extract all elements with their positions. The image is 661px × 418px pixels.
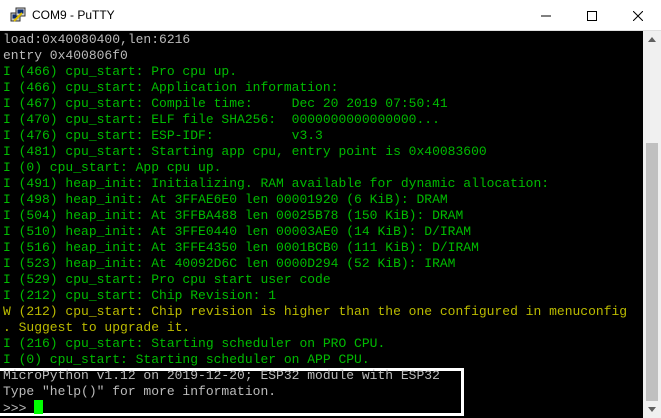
terminal-line: load:0x40080400,len:6216 — [3, 32, 191, 47]
terminal-line: I (466) cpu_start: Pro cpu up. — [3, 64, 238, 79]
terminal-output[interactable]: load:0x40080400,len:6216 entry 0x400806f0… — [0, 31, 643, 418]
close-icon — [633, 10, 643, 21]
terminal-line: I (470) cpu_start: ELF file SHA256: 0000… — [3, 112, 440, 127]
maximize-icon — [587, 10, 597, 21]
terminal-line: I (466) cpu_start: Application informati… — [3, 80, 339, 95]
repl-prompt-line[interactable]: >>> — [3, 400, 44, 416]
close-button[interactable] — [615, 0, 661, 31]
terminal-line: W (212) cpu_start: Chip revision is high… — [3, 304, 628, 319]
arrow-up-icon — [648, 37, 656, 42]
terminal-line: I (491) heap_init: Initializing. RAM ava… — [3, 176, 550, 191]
text-cursor — [34, 400, 44, 414]
terminal-line: entry 0x400806f0 — [3, 48, 128, 63]
terminal-line: I (529) cpu_start: Pro cpu start user co… — [3, 272, 331, 287]
terminal-line: I (476) cpu_start: ESP-IDF: v3.3 — [3, 128, 323, 143]
terminal-line: I (504) heap_init: At 3FFBA488 len 00025… — [3, 208, 464, 223]
terminal-line: I (498) heap_init: At 3FFAE6E0 len 00001… — [3, 192, 448, 207]
terminal-line: I (467) cpu_start: Compile time: Dec 20 … — [3, 96, 448, 111]
repl-prompt: >>> — [3, 401, 35, 416]
terminal-line: I (481) cpu_start: Starting app cpu, ent… — [3, 144, 487, 159]
scroll-up-button[interactable] — [643, 31, 661, 48]
arrow-down-icon — [648, 407, 656, 412]
maximize-button[interactable] — [569, 0, 615, 31]
minimize-button[interactable] — [523, 0, 569, 31]
window-title: COM9 - PuTTY — [32, 8, 115, 22]
terminal-line: MicroPython v1.12 on 2019-12-20; ESP32 m… — [3, 368, 440, 383]
putty-window: COM9 - PuTTY load:0x40080400,len:6216 ent… — [0, 0, 661, 418]
terminal-line: I (510) heap_init: At 3FFE0440 len 00003… — [3, 224, 472, 239]
vertical-scrollbar[interactable] — [643, 31, 661, 418]
terminal-line: I (0) cpu_start: Starting scheduler on A… — [3, 352, 370, 367]
title-bar[interactable]: COM9 - PuTTY — [0, 0, 661, 31]
terminal-line: I (212) cpu_start: Chip Revision: 1 — [3, 288, 277, 303]
terminal-line: I (0) cpu_start: App cpu up. — [3, 160, 222, 175]
terminal-line: I (523) heap_init: At 40092D6C len 0000D… — [3, 256, 456, 271]
terminal-line: . Suggest to upgrade it. — [3, 320, 191, 335]
scroll-down-button[interactable] — [643, 401, 661, 418]
putty-icon[interactable] — [10, 7, 26, 23]
terminal-line: Type "help()" for more information. — [3, 384, 277, 399]
terminal-line: I (516) heap_init: At 3FFE4350 len 0001B… — [3, 240, 479, 255]
scrollbar-thumb[interactable] — [646, 143, 658, 401]
minimize-icon — [541, 15, 551, 16]
terminal-line: I (216) cpu_start: Starting scheduler on… — [3, 336, 386, 351]
